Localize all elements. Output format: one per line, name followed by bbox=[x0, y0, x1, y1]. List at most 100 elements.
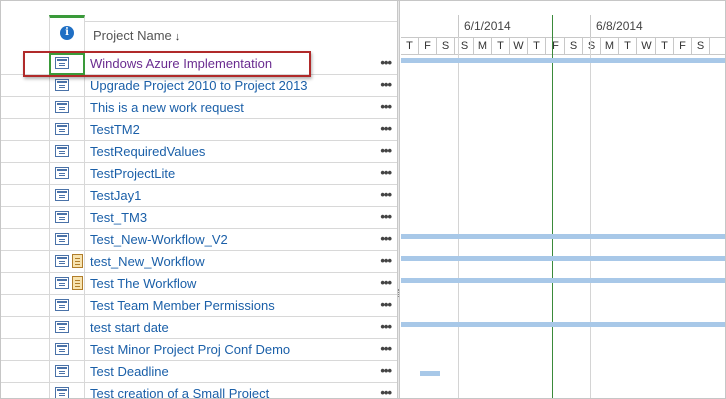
row-icons-cell[interactable] bbox=[49, 361, 85, 383]
row-menu-button[interactable]: ••• bbox=[380, 363, 392, 378]
project-icon[interactable] bbox=[55, 167, 69, 179]
project-icon[interactable] bbox=[55, 343, 69, 355]
row-menu-button[interactable]: ••• bbox=[380, 253, 392, 268]
project-name-column-header[interactable]: Project Name ↓ bbox=[85, 21, 397, 53]
project-name-link[interactable]: Test Team Member Permissions bbox=[90, 298, 275, 313]
day-header-cell: W bbox=[510, 38, 528, 55]
gantt-bar[interactable] bbox=[401, 256, 725, 261]
row-menu-button[interactable]: ••• bbox=[380, 55, 392, 70]
project-name-link[interactable]: Test creation of a Small Project bbox=[90, 386, 269, 398]
row-menu-button[interactable]: ••• bbox=[380, 209, 392, 224]
project-name-link[interactable]: Upgrade Project 2010 to Project 2013 bbox=[90, 78, 308, 93]
project-rows: Windows Azure Implementation ••• Upgrade P… bbox=[1, 53, 397, 398]
project-icon[interactable] bbox=[55, 387, 69, 398]
gantt-bar[interactable] bbox=[401, 234, 725, 239]
table-row[interactable]: TestJay1 ••• bbox=[1, 185, 397, 207]
project-icon[interactable] bbox=[55, 57, 69, 69]
row-menu-button[interactable]: ••• bbox=[380, 385, 392, 398]
row-icons-cell[interactable] bbox=[49, 295, 85, 317]
pane-splitter[interactable] bbox=[397, 1, 400, 398]
table-row[interactable]: TestTM2 ••• bbox=[1, 119, 397, 141]
row-menu-button[interactable]: ••• bbox=[380, 143, 392, 158]
day-header-row: TFSSMTWTFSSMTWTFS bbox=[401, 37, 725, 55]
project-name-link[interactable]: Test The Workflow bbox=[90, 276, 196, 291]
row-icons-cell[interactable] bbox=[49, 317, 85, 339]
row-icons-cell[interactable] bbox=[49, 185, 85, 207]
project-name-link[interactable]: Test Deadline bbox=[90, 364, 169, 379]
project-name-link[interactable]: TestTM2 bbox=[90, 122, 140, 137]
project-name-link[interactable]: Test Minor Project Proj Conf Demo bbox=[90, 342, 290, 357]
gantt-bar[interactable] bbox=[401, 278, 725, 283]
checked-out-icon[interactable] bbox=[72, 276, 83, 290]
gantt-bar[interactable] bbox=[401, 58, 725, 63]
project-name-cell: Test creation of a Small Project ••• bbox=[85, 383, 397, 398]
project-icon[interactable] bbox=[55, 277, 69, 289]
table-row[interactable]: Upgrade Project 2010 to Project 2013 ••• bbox=[1, 75, 397, 97]
table-row[interactable]: Test_New-Workflow_V2 ••• bbox=[1, 229, 397, 251]
row-icons-cell[interactable] bbox=[49, 119, 85, 141]
checked-out-icon[interactable] bbox=[72, 254, 83, 268]
project-icon[interactable] bbox=[55, 233, 69, 245]
row-menu-button[interactable]: ••• bbox=[380, 187, 392, 202]
table-row[interactable]: Windows Azure Implementation ••• bbox=[1, 53, 397, 75]
project-icon[interactable] bbox=[55, 189, 69, 201]
project-icon[interactable] bbox=[55, 101, 69, 113]
project-name-link[interactable]: Test_TM3 bbox=[90, 210, 147, 225]
row-menu-button[interactable]: ••• bbox=[380, 77, 392, 92]
project-icon[interactable] bbox=[55, 211, 69, 223]
row-icons-cell[interactable] bbox=[49, 273, 85, 295]
table-row[interactable]: Test Deadline ••• bbox=[1, 361, 397, 383]
row-menu-button[interactable]: ••• bbox=[380, 121, 392, 136]
project-name-link[interactable]: test_New_Workflow bbox=[90, 254, 205, 269]
project-name-link[interactable]: Windows Azure Implementation bbox=[90, 56, 272, 71]
table-row[interactable]: TestRequiredValues ••• bbox=[1, 141, 397, 163]
row-icons-cell[interactable] bbox=[49, 163, 85, 185]
project-icon[interactable] bbox=[55, 79, 69, 91]
project-name-cell: test_New_Workflow ••• bbox=[85, 251, 397, 273]
row-icons-cell[interactable] bbox=[49, 251, 85, 273]
gantt-bar[interactable] bbox=[401, 322, 725, 327]
row-icons-cell[interactable] bbox=[49, 339, 85, 361]
info-column-header[interactable]: i bbox=[49, 15, 85, 53]
row-menu-button[interactable]: ••• bbox=[380, 319, 392, 334]
row-menu-button[interactable]: ••• bbox=[380, 297, 392, 312]
table-row[interactable]: TestProjectLite ••• bbox=[1, 163, 397, 185]
row-menu-button[interactable]: ••• bbox=[380, 165, 392, 180]
project-name-cell: TestTM2 ••• bbox=[85, 119, 397, 141]
project-icon[interactable] bbox=[55, 255, 69, 267]
project-name-link[interactable]: This is a new work request bbox=[90, 100, 244, 115]
project-icon[interactable] bbox=[55, 365, 69, 377]
project-name-link[interactable]: test start date bbox=[90, 320, 169, 335]
row-icons-cell[interactable] bbox=[49, 75, 85, 97]
table-row[interactable]: Test Team Member Permissions ••• bbox=[1, 295, 397, 317]
row-icons-cell[interactable] bbox=[49, 207, 85, 229]
row-icons-cell[interactable] bbox=[49, 141, 85, 163]
row-menu-button[interactable]: ••• bbox=[380, 275, 392, 290]
project-icon[interactable] bbox=[55, 299, 69, 311]
table-row[interactable]: test start date ••• bbox=[1, 317, 397, 339]
day-header-cell: T bbox=[528, 38, 546, 55]
table-row[interactable]: Test The Workflow ••• bbox=[1, 273, 397, 295]
table-row[interactable]: This is a new work request ••• bbox=[1, 97, 397, 119]
project-icon[interactable] bbox=[55, 145, 69, 157]
project-name-link[interactable]: TestProjectLite bbox=[90, 166, 175, 181]
project-name-link[interactable]: TestJay1 bbox=[90, 188, 141, 203]
row-icons-cell[interactable] bbox=[49, 97, 85, 119]
day-header-cell: T bbox=[401, 38, 419, 55]
gantt-bar[interactable] bbox=[420, 371, 440, 376]
project-icon[interactable] bbox=[55, 321, 69, 333]
row-icons-cell[interactable] bbox=[49, 53, 85, 75]
project-name-link[interactable]: Test_New-Workflow_V2 bbox=[90, 232, 228, 247]
day-header-cell: F bbox=[419, 38, 437, 55]
table-row[interactable]: Test Minor Project Proj Conf Demo ••• bbox=[1, 339, 397, 361]
row-menu-button[interactable]: ••• bbox=[380, 99, 392, 114]
row-menu-button[interactable]: ••• bbox=[380, 341, 392, 356]
row-icons-cell[interactable] bbox=[49, 229, 85, 251]
project-name-link[interactable]: TestRequiredValues bbox=[90, 144, 205, 159]
table-row[interactable]: test_New_Workflow ••• bbox=[1, 251, 397, 273]
project-icon[interactable] bbox=[55, 123, 69, 135]
row-menu-button[interactable]: ••• bbox=[380, 231, 392, 246]
row-icons-cell[interactable] bbox=[49, 383, 85, 398]
table-row[interactable]: Test_TM3 ••• bbox=[1, 207, 397, 229]
table-row[interactable]: Test creation of a Small Project ••• bbox=[1, 383, 397, 398]
